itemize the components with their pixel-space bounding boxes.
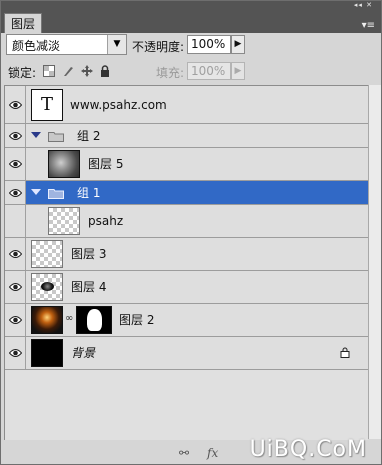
collapse-close-controls[interactable]: ◂◂ ✕ — [354, 1, 373, 9]
tab-layers[interactable]: 图层 — [4, 13, 43, 33]
layer-name: 背景 — [71, 346, 96, 360]
layer-row[interactable]: T www.psahz.com — [5, 86, 368, 124]
eye-icon — [9, 188, 22, 197]
group-name: 组 2 — [77, 128, 101, 143]
link-layers-icon[interactable]: ⚯ — [179, 446, 189, 460]
layer-row[interactable]: 图层 3 — [5, 238, 368, 271]
folder-icon — [48, 188, 64, 199]
eye-icon — [9, 160, 22, 168]
blend-opacity-row: 颜色减淡 ▼ 不透明度: 100% ▶ — [1, 33, 381, 59]
visibility-toggle[interactable] — [5, 148, 26, 180]
panel-top-strip: ◂◂ ✕ — [1, 1, 381, 9]
watermark-text: UiBQ.CoM — [249, 437, 367, 462]
visibility-toggle[interactable] — [5, 238, 26, 270]
visibility-toggle[interactable] — [5, 124, 26, 147]
layers-list: T www.psahz.com 组 2 图层 5 组 1 psahz 图层 3 … — [4, 85, 368, 440]
layer-name: 图层 3 — [71, 247, 107, 261]
background-layer-thumbnail — [31, 339, 63, 367]
layer-row[interactable]: ∞ 图层 2 — [5, 304, 368, 337]
chevron-down-icon[interactable]: ▼ — [107, 35, 126, 54]
visibility-toggle[interactable] — [5, 205, 26, 237]
opacity-input[interactable]: 100% — [187, 35, 231, 54]
layer-row[interactable]: 背景 — [5, 337, 368, 370]
eye-icon — [9, 283, 22, 291]
layer-mask-thumbnail[interactable] — [76, 306, 112, 334]
lock-position-icon[interactable] — [81, 65, 93, 77]
thumbnail-shape — [41, 282, 54, 291]
smoke-layer-thumbnail — [48, 150, 80, 178]
fill-input[interactable]: 100% — [187, 62, 231, 80]
opacity-slider-arrow-icon[interactable]: ▶ — [231, 35, 245, 54]
blend-mode-select[interactable]: 颜色减淡 ▼ — [6, 34, 127, 55]
layer-row[interactable]: 图层 4 — [5, 271, 368, 304]
text-layer-thumbnail: T — [31, 89, 63, 121]
eye-icon — [9, 100, 22, 109]
transparent-layer-thumbnail — [48, 207, 80, 235]
eye-icon — [9, 316, 22, 324]
layers-scrollbar[interactable] — [368, 85, 381, 439]
lock-transparency-icon[interactable] — [43, 65, 55, 77]
group-row-selected[interactable]: 组 1 — [5, 181, 368, 205]
blend-mode-value: 颜色减淡 — [12, 39, 61, 53]
group-row[interactable]: 组 2 — [5, 124, 368, 148]
lock-label: 锁定: — [8, 66, 37, 80]
bulb-base-layer-thumbnail — [31, 273, 63, 301]
group-name: 组 1 — [77, 185, 101, 200]
visibility-toggle[interactable] — [5, 337, 26, 369]
layer-row[interactable]: psahz — [5, 205, 368, 238]
opacity-label: 不透明度: — [132, 40, 185, 54]
bulb-layer-thumbnail — [31, 306, 63, 334]
lock-icon — [340, 347, 350, 358]
visibility-toggle[interactable] — [5, 304, 26, 336]
layer-name: 图层 2 — [119, 313, 155, 327]
folder-icon — [48, 131, 64, 142]
eye-icon — [9, 250, 22, 258]
eye-icon — [9, 349, 22, 357]
panel-menu-icon[interactable]: ▾≡ — [362, 21, 375, 31]
lock-fill-row: 锁定: 填充: 100% ▶ — [1, 59, 381, 83]
visibility-toggle[interactable] — [5, 181, 26, 204]
chain-link-icon[interactable]: ∞ — [65, 313, 73, 324]
eye-icon — [9, 131, 22, 140]
expand-triangle-icon[interactable] — [31, 188, 41, 195]
panel-tab-bar: 图层 ▾≡ — [1, 9, 381, 33]
transparent-layer-thumbnail — [31, 240, 63, 268]
visibility-toggle[interactable] — [5, 271, 26, 303]
fill-slider-arrow-icon[interactable]: ▶ — [231, 62, 245, 80]
expand-triangle-icon[interactable] — [31, 131, 41, 138]
lock-pixels-icon[interactable] — [62, 65, 74, 77]
mask-shape — [87, 309, 102, 331]
add-style-icon[interactable]: fx — [207, 446, 218, 460]
fill-label: 填充: — [156, 66, 185, 80]
visibility-toggle[interactable] — [5, 86, 26, 123]
layer-row[interactable]: 图层 5 — [5, 148, 368, 181]
layers-panel: ◂◂ ✕ 图层 ▾≡ 颜色减淡 ▼ 不透明度: 100% ▶ 锁定: 填充: 1… — [0, 0, 382, 465]
layer-name: 图层 5 — [88, 157, 124, 171]
layer-name: www.psahz.com — [70, 97, 167, 112]
lock-all-icon[interactable] — [99, 65, 111, 77]
layer-name: 图层 4 — [71, 280, 107, 294]
layer-name: psahz — [88, 214, 124, 228]
